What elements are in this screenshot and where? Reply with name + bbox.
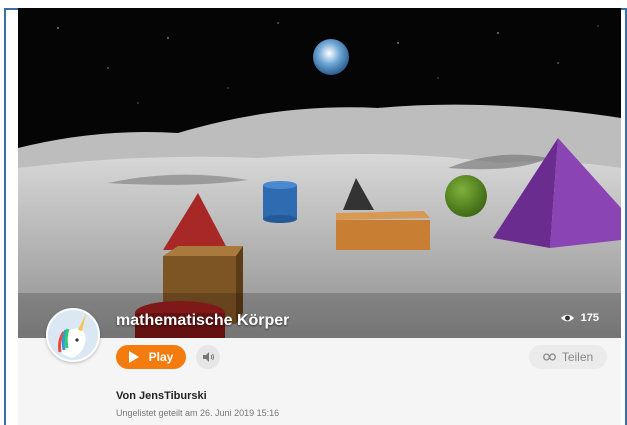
share-meta: Ungelistet geteilt am 26. Juni 2019 15:1… bbox=[116, 408, 280, 418]
earth bbox=[313, 39, 349, 75]
play-button[interactable]: Play bbox=[116, 345, 186, 369]
cuboid bbox=[336, 211, 430, 250]
play-button-label: Play bbox=[148, 350, 174, 364]
sound-toggle-button[interactable] bbox=[196, 345, 220, 369]
project-card: mathematische Körper 175 Play Teilen Von… bbox=[18, 8, 621, 425]
avatar[interactable] bbox=[46, 308, 100, 362]
speaker-icon bbox=[203, 352, 214, 362]
unicorn-avatar-icon bbox=[48, 310, 98, 360]
share-button-label: Teilen bbox=[561, 350, 594, 364]
view-count: 175 bbox=[560, 312, 599, 324]
title-gradient-overlay bbox=[18, 293, 621, 338]
share-button[interactable]: Teilen bbox=[529, 345, 607, 369]
view-count-value: 175 bbox=[580, 312, 599, 324]
eye-icon bbox=[560, 314, 574, 322]
link-icon bbox=[542, 353, 556, 361]
frame-left-line bbox=[4, 8, 6, 425]
cylinder bbox=[263, 181, 297, 223]
author-line[interactable]: Von JensTiburski bbox=[116, 390, 207, 402]
project-preview-scene[interactable] bbox=[18, 8, 621, 338]
sphere bbox=[445, 175, 487, 217]
project-title: mathematische Körper bbox=[116, 312, 290, 329]
play-triangle-icon bbox=[128, 351, 139, 363]
